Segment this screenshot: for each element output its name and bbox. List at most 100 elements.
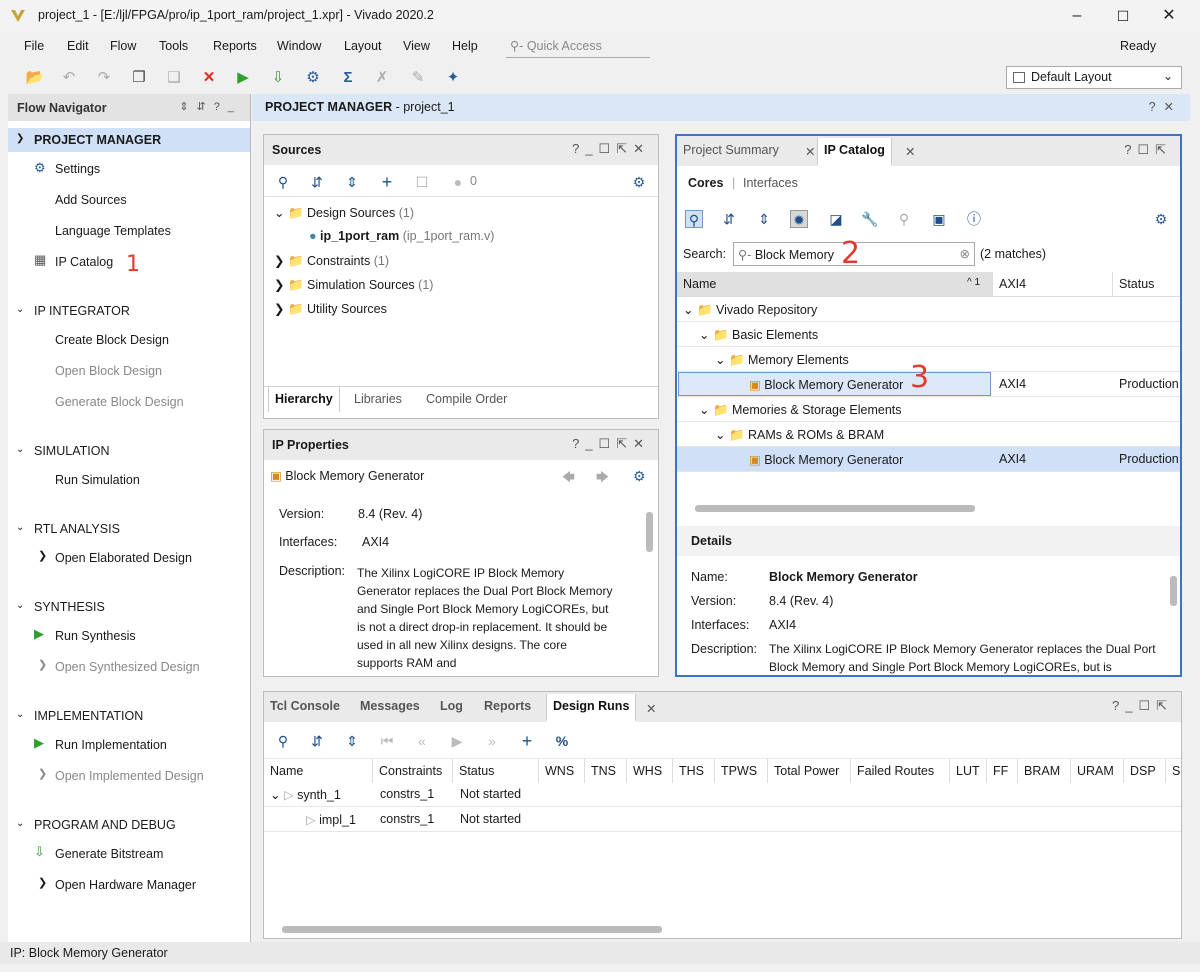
nav-generate-bitstream[interactable]: Generate Bitstream [55, 847, 163, 861]
column-wns[interactable]: WNS [539, 759, 585, 783]
column-tns[interactable]: TNS [585, 759, 627, 783]
expand-all-icon[interactable]: ⇕ [755, 210, 773, 228]
first-icon[interactable]: ⏮ [378, 732, 396, 750]
column-whs[interactable]: WHS [627, 759, 673, 783]
search-icon[interactable]: ⚲ [274, 732, 292, 750]
section-rtl-analysis[interactable]: ⌄ RTL ANALYSIS [8, 517, 250, 541]
clear-search-icon[interactable]: ⊗ [960, 246, 970, 261]
tree-row[interactable]: ⌄ 📁 Basic Elements [677, 322, 1180, 347]
column-failed-routes[interactable]: Failed Routes [851, 759, 950, 783]
column-name[interactable]: Name [677, 272, 993, 296]
menu-reports[interactable]: Reports [213, 39, 257, 53]
nav-open-implemented-design[interactable]: Open Implemented Design [55, 769, 204, 783]
paste-icon[interactable]: ❑ [164, 68, 184, 88]
debug-icon[interactable]: ✦ [443, 68, 463, 88]
nav-run-synthesis[interactable]: Run Synthesis [55, 629, 136, 643]
collapse-all-icon[interactable]: ⇵ [308, 173, 326, 191]
expand-all-icon[interactable]: ⇕ [343, 173, 361, 191]
gear-icon[interactable]: ⚙ [633, 468, 646, 485]
open-project-icon[interactable]: 📂 [25, 68, 45, 88]
simulation-sources-node[interactable]: ❯ 📁 Simulation Sources (1) [274, 277, 433, 293]
layout-select[interactable]: Default Layout ⌄ [1006, 66, 1182, 89]
column-dsp[interactable]: DSP [1124, 759, 1166, 783]
sum-icon[interactable]: Σ [338, 68, 358, 88]
column-tpws[interactable]: TPWS [715, 759, 768, 783]
column-status[interactable]: Status [453, 759, 539, 783]
nav-language-templates[interactable]: Language Templates [55, 224, 171, 238]
section-synthesis[interactable]: ⌄ SYNTHESIS [8, 595, 250, 619]
ip-row[interactable]: ▣ Block Memory Generator AXI4 Production [677, 447, 1180, 472]
help-close-icon[interactable]: ?✕ [1149, 99, 1182, 114]
column-axi4[interactable]: AXI4 [993, 272, 1113, 296]
menu-file[interactable]: File [24, 39, 44, 53]
close-tab-icon[interactable]: ✕ [805, 144, 815, 159]
section-simulation[interactable]: ⌄ SIMULATION [8, 439, 250, 463]
horizontal-scrollbar[interactable] [695, 505, 975, 512]
tab-log[interactable]: Log [434, 694, 469, 720]
tab-compile-order[interactable]: Compile Order [420, 387, 513, 413]
horizontal-scrollbar[interactable] [282, 926, 662, 933]
section-ip-integrator[interactable]: ⌄ IP INTEGRATOR [8, 299, 250, 323]
percent-icon[interactable]: % [553, 732, 571, 750]
tab-project-summary[interactable]: Project Summary [677, 138, 785, 164]
nav-open-elaborated-design[interactable]: Open Elaborated Design [55, 551, 192, 565]
subtab-cores[interactable]: Cores [688, 176, 723, 190]
tree-row[interactable]: ⌄ 📁 Vivado Repository [677, 297, 1180, 322]
redo-icon[interactable]: ↷ [94, 68, 114, 88]
nav-run-implementation[interactable]: Run Implementation [55, 738, 167, 752]
search-icon[interactable]: ⚲ [274, 173, 292, 191]
menu-view[interactable]: View [403, 39, 430, 53]
collapse-all-icon[interactable]: ⇵ [720, 210, 738, 228]
source-file-row[interactable]: ● ip_1port_ram (ip_1port_ram.v) [309, 229, 494, 243]
panel-controls-icon[interactable]: ⇕⇵?_ [179, 100, 242, 113]
gear-icon[interactable]: ⚙ [630, 173, 648, 191]
panel-controls-icon[interactable]: ?_☐⇱ [1112, 698, 1173, 714]
back-icon[interactable]: 🡄 [562, 468, 575, 489]
nav-open-block-design[interactable]: Open Block Design [55, 364, 162, 378]
column-total-power[interactable]: Total Power [768, 759, 851, 783]
section-implementation[interactable]: ⌄ IMPLEMENTATION [8, 704, 250, 728]
tree-row[interactable]: ⌄ 📁 RAMs & ROMs & BRAM [677, 422, 1180, 447]
column-ths[interactable]: THS [673, 759, 715, 783]
tab-ip-catalog[interactable]: IP Catalog [817, 138, 892, 166]
subtab-interfaces[interactable]: Interfaces [743, 176, 798, 190]
delete-icon[interactable]: ✕ [199, 68, 219, 88]
collapse-all-icon[interactable]: ⇵ [308, 732, 326, 750]
close-tab-icon[interactable]: ✕ [646, 701, 656, 716]
column-ff[interactable]: FF [987, 759, 1018, 783]
chip-icon[interactable]: ▣ [930, 210, 948, 228]
vertical-scrollbar[interactable] [646, 512, 653, 552]
panel-controls-icon[interactable]: ?☐⇱ [1124, 142, 1172, 158]
tab-messages[interactable]: Messages [354, 694, 426, 720]
column-bram[interactable]: BRAM [1018, 759, 1071, 783]
quick-access-input[interactable]: ⚲- Quick Access [506, 35, 650, 58]
close-window-icon[interactable]: ✕ [1154, 6, 1184, 26]
nav-open-hardware-manager[interactable]: Open Hardware Manager [55, 878, 196, 892]
tab-tcl-console[interactable]: Tcl Console [264, 694, 346, 720]
tool-disabled-icon[interactable]: ✗ [372, 68, 392, 88]
menu-tools[interactable]: Tools [159, 39, 188, 53]
utility-sources-node[interactable]: ❯ 📁 Utility Sources [274, 301, 387, 317]
column-lut[interactable]: LUT [950, 759, 987, 783]
launch-run-icon[interactable]: ▶ [448, 732, 466, 750]
settings-icon[interactable]: ⚙ [303, 68, 323, 88]
column-name[interactable]: Name [264, 759, 373, 783]
column-status[interactable]: Status [1113, 272, 1180, 296]
gear-icon[interactable]: ⚙ [1152, 210, 1170, 228]
tab-reports[interactable]: Reports [478, 694, 537, 720]
column-uram[interactable]: URAM [1071, 759, 1124, 783]
forward-icon[interactable]: 🡆 [596, 468, 609, 489]
add-icon[interactable]: + [518, 732, 536, 750]
design-sources-node[interactable]: ⌄ 📁 Design Sources (1) [274, 205, 414, 221]
next-icon[interactable]: » [483, 732, 501, 750]
search-icon[interactable]: ⚲ [685, 210, 703, 228]
vertical-scrollbar[interactable] [1170, 576, 1177, 606]
hierarchy-icon[interactable]: ◪ [827, 210, 845, 228]
wrench-icon[interactable]: 🔧 [861, 210, 879, 228]
tree-row[interactable]: ⌄ 📁 Memories & Storage Elements [677, 397, 1180, 422]
tab-libraries[interactable]: Libraries [348, 387, 408, 413]
nav-open-synthesized-design[interactable]: Open Synthesized Design [55, 660, 200, 674]
bitstream-icon[interactable]: ⇩ [268, 68, 288, 88]
menu-help[interactable]: Help [452, 39, 478, 53]
copy-icon[interactable]: ❐ [129, 68, 149, 88]
